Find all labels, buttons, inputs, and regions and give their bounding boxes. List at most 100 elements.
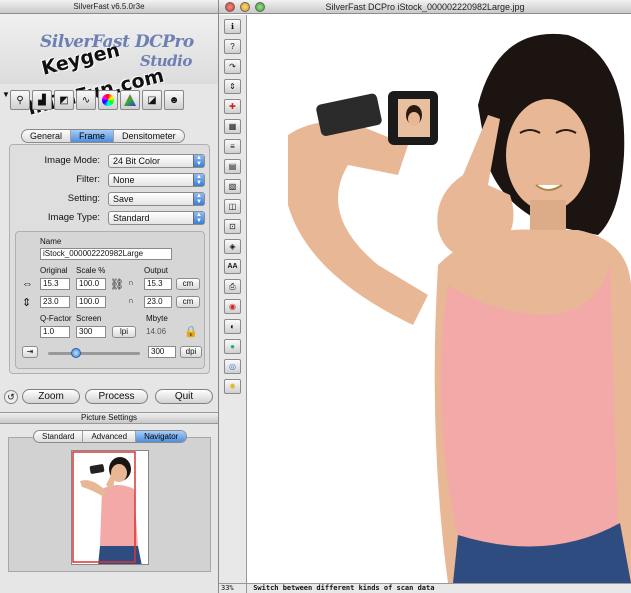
resolution-unit-button[interactable]: dpi	[180, 346, 202, 358]
sharpen-badge-icon[interactable]: ●	[224, 339, 241, 354]
thumbnail-photo	[72, 451, 142, 564]
minimize-button[interactable]	[240, 2, 250, 12]
zoom-window-button[interactable]	[255, 2, 265, 12]
tool-row: ⚲ ▟ ◩ ∿ ◪ ☻	[10, 90, 184, 110]
preview-window-title: SilverFast DCPro iStock_000002220982Larg…	[325, 2, 525, 12]
picture-settings-tabs: Standard Advanced Navigator	[33, 430, 188, 443]
width-original-field[interactable]: 15.3	[40, 278, 70, 290]
popup-arrows-icon: ▲ ▼	[193, 212, 204, 224]
tab-standard[interactable]: Standard	[34, 431, 84, 442]
aa-icon[interactable]: AA	[224, 259, 241, 274]
resolution-slider-track[interactable]	[48, 348, 140, 358]
name-label: Name	[40, 237, 62, 246]
lock-icon[interactable]: 🔒	[184, 325, 198, 338]
lamp-icon[interactable]: ✹	[224, 379, 241, 394]
preview-canvas[interactable]	[248, 15, 631, 583]
image-type-label: Image Type:	[47, 212, 100, 223]
zoom-level[interactable]: 33%	[219, 584, 247, 593]
image-type-value: Standard	[113, 213, 150, 223]
height-unit-button[interactable]: cm	[176, 296, 200, 308]
qfactor-field[interactable]: 1.0	[40, 326, 70, 338]
qfactor-label: Q-Factor	[40, 314, 72, 323]
height-output-field[interactable]: 23.0	[144, 296, 172, 308]
width-unit-button[interactable]: cm	[176, 278, 200, 290]
chain-link-icon[interactable]: ∩	[128, 278, 134, 287]
pattern-icon[interactable]: ▦	[224, 119, 241, 134]
preview-photo	[248, 15, 631, 583]
vertical-toolbar: ℹ ? ↷ ⇕ ✚ ▦ ≡ ▤ ▧ ◫ ⊡ ◈ AA ⎙ ◉ ◐ ● ◎ ✹	[219, 15, 247, 583]
screen-field[interactable]: 300	[76, 326, 106, 338]
tab-navigator[interactable]: Navigator	[136, 431, 187, 442]
info-icon[interactable]: ℹ	[224, 19, 241, 34]
original-label: Original	[40, 266, 68, 275]
flip-icon[interactable]: ⇕	[224, 79, 241, 94]
tab-advanced[interactable]: Advanced	[83, 431, 137, 442]
channels-icon[interactable]: ▧	[224, 179, 241, 194]
tab-densitometer[interactable]: Densitometer	[114, 130, 184, 142]
control-window-title: SilverFast v6.5.0r3e	[73, 2, 145, 11]
preview-window: SilverFast DCPro iStock_000002220982Larg…	[219, 0, 631, 593]
gradation-icon[interactable]: ◩	[54, 90, 74, 110]
print-icon[interactable]: ⎙	[224, 279, 241, 294]
height-arrows-icon: ⇕	[22, 297, 32, 309]
name-field[interactable]: iStock_000002220982Large	[40, 248, 172, 260]
image-mode-label: Image Mode:	[44, 155, 100, 166]
histogram-icon[interactable]: ▟	[32, 90, 52, 110]
eye-icon[interactable]: ◐	[224, 319, 241, 334]
height-scale-field[interactable]: 100.0	[76, 296, 106, 308]
quit-button[interactable]: Quit	[155, 389, 213, 404]
tab-general[interactable]: General	[22, 130, 72, 142]
width-scale-field[interactable]: 100.0	[76, 278, 106, 290]
collapse-triangle-icon[interactable]: ▼	[2, 90, 10, 99]
status-text: Switch between different kinds of scan d…	[253, 584, 435, 592]
sharpen-icon[interactable]: ◪	[142, 90, 162, 110]
image-mode-select[interactable]: 24 Bit Color ▲ ▼	[108, 154, 205, 168]
popup-arrows-icon: ▲ ▼	[193, 174, 204, 186]
resolution-reset-icon[interactable]: ⇥	[22, 346, 38, 358]
chain-link-icon[interactable]: ∩	[128, 296, 134, 305]
resolution-field[interactable]: 300	[148, 346, 176, 358]
mirror-icon[interactable]: ✚	[224, 99, 241, 114]
zoom-tool-icon[interactable]: ⚲	[10, 90, 30, 110]
scale-label: Scale %	[76, 266, 106, 275]
image-type-select[interactable]: Standard ▲ ▼	[108, 211, 205, 225]
logo-area: SilverFast DCPro Studio Keygen InDaFun.c…	[0, 14, 218, 120]
popup-arrows-icon: ▲ ▼	[193, 193, 204, 205]
close-button[interactable]	[225, 2, 235, 12]
zoom-button[interactable]: Zoom	[22, 389, 80, 404]
portrait-icon[interactable]: ☻	[164, 90, 184, 110]
filter-select[interactable]: None ▲ ▼	[108, 173, 205, 187]
resolution-slider-knob[interactable]	[70, 348, 81, 358]
proportion-lock-icon[interactable]: ⛓	[110, 278, 124, 291]
image-mode-value: 24 Bit Color	[113, 156, 161, 166]
rotate-icon[interactable]: ↷	[224, 59, 241, 74]
setting-value: Save	[113, 194, 134, 204]
filter-value: None	[113, 175, 135, 185]
navigator-thumbnail[interactable]	[71, 450, 149, 565]
screen-unit-button[interactable]: lpi	[112, 326, 136, 338]
loupe-icon[interactable]: ◎	[224, 359, 241, 374]
width-output-field[interactable]: 15.3	[144, 278, 172, 290]
levels-icon[interactable]: ≡	[224, 139, 241, 154]
control-window-titlebar[interactable]: SilverFast v6.5.0r3e	[0, 0, 218, 14]
frame-settings-group: Image Mode: 24 Bit Color ▲ ▼ Filter: None…	[9, 144, 210, 374]
picture-settings-heading: Picture Settings	[0, 412, 218, 424]
process-button[interactable]: Process	[85, 389, 148, 404]
setting-label: Setting:	[67, 193, 100, 204]
vignette-icon[interactable]: ◉	[224, 299, 241, 314]
help-icon[interactable]: ?	[224, 39, 241, 54]
grid-icon[interactable]: ▤	[224, 159, 241, 174]
selective-color-icon[interactable]	[120, 90, 140, 110]
compare-icon[interactable]: ◫	[224, 199, 241, 214]
reset-icon[interactable]: ↺	[4, 390, 18, 404]
setting-select[interactable]: Save ▲ ▼	[108, 192, 205, 206]
densitometer-icon[interactable]: ⊡	[224, 219, 241, 234]
preview-window-titlebar[interactable]: SilverFast DCPro iStock_000002220982Larg…	[219, 0, 631, 14]
tab-frame[interactable]: Frame	[71, 130, 115, 142]
navigator-panel	[8, 437, 211, 572]
height-original-field[interactable]: 23.0	[40, 296, 70, 308]
color-wheel-icon[interactable]	[98, 90, 118, 110]
status-bar: 33% Switch between different kinds of sc…	[219, 583, 631, 593]
spectrum-icon[interactable]: ◈	[224, 239, 241, 254]
curve-icon[interactable]: ∿	[76, 90, 96, 110]
